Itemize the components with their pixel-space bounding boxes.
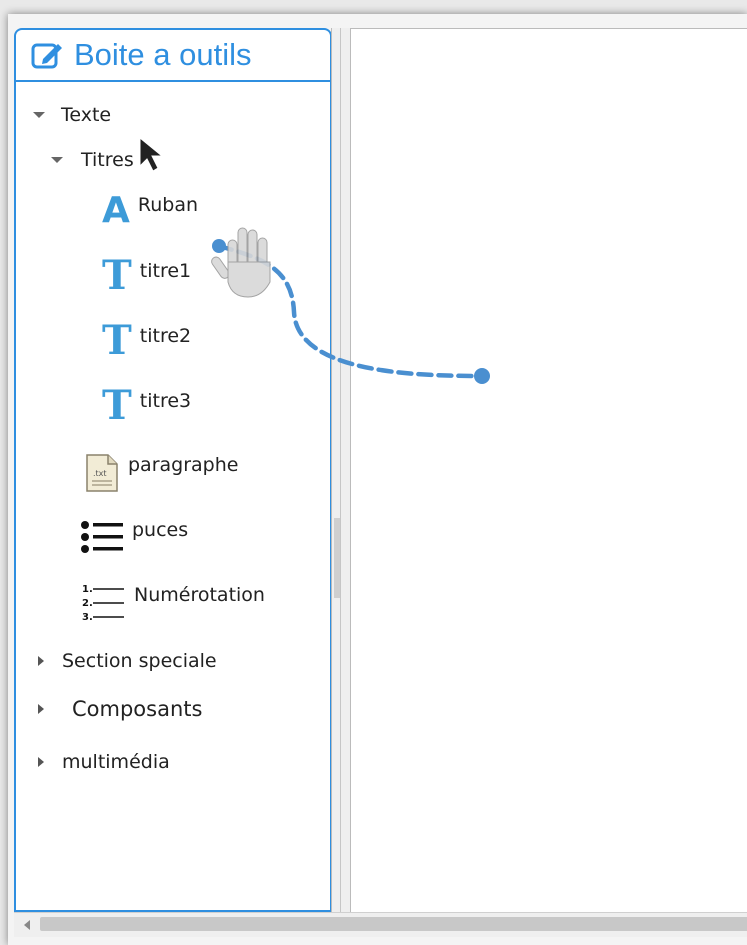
tree-node-section-speciale[interactable]: Section speciale <box>38 650 217 672</box>
svg-text:2.: 2. <box>82 598 93 609</box>
tool-titre1[interactable]: T titre1 <box>102 256 191 296</box>
tool-titre1-label: titre1 <box>139 260 192 282</box>
letter-t-icon: T <box>102 317 132 364</box>
expanded-arrow-icon[interactable] <box>33 112 45 118</box>
edit-icon <box>31 43 62 69</box>
collapsed-arrow-icon[interactable] <box>38 656 44 666</box>
vertical-scrollbar-thumb[interactable] <box>334 518 340 598</box>
horizontal-scrollbar-thumb[interactable] <box>40 917 747 931</box>
panel-splitter[interactable] <box>331 28 351 912</box>
tool-titre3[interactable]: T titre3 <box>102 386 191 426</box>
tool-puces-label: puces <box>132 519 189 541</box>
toolbox-title: Boite a outils <box>74 37 252 72</box>
tool-ruban-label: Ruban <box>137 194 199 216</box>
text-file-icon-label: .txt <box>93 469 107 478</box>
tree-node-texte[interactable]: Texte <box>33 104 111 126</box>
scroll-left-arrow-icon[interactable] <box>24 920 30 930</box>
collapsed-arrow-icon[interactable] <box>38 757 44 767</box>
horizontal-scrollbar[interactable] <box>14 912 747 937</box>
tree-node-composants-label: Composants <box>72 697 203 721</box>
numbered-list-icon: 1. 2. 3. <box>82 584 124 623</box>
splitter-line <box>340 28 341 912</box>
bulleted-list-icon <box>81 521 123 553</box>
tree-node-multimedia[interactable]: multimédia <box>38 751 170 773</box>
tree-node-composants[interactable]: Composants <box>38 697 202 721</box>
tool-titre3-label: titre3 <box>139 390 192 412</box>
letter-t-icon: T <box>102 382 132 429</box>
svg-text:3.: 3. <box>82 612 93 623</box>
tool-numerotation[interactable]: 1. 2. 3. Numérotation <box>80 582 265 624</box>
tool-puces[interactable]: puces <box>80 517 188 557</box>
letter-a-icon: A <box>102 190 130 231</box>
tool-numerotation-label: Numérotation <box>134 584 265 606</box>
tree-node-section-speciale-label: Section speciale <box>62 650 217 672</box>
tool-titre2-label: titre2 <box>139 325 192 347</box>
collapsed-arrow-icon[interactable] <box>38 704 44 714</box>
tool-paragraphe-label: paragraphe <box>128 454 239 476</box>
expanded-arrow-icon[interactable] <box>51 157 63 163</box>
text-file-icon: .txt <box>86 454 118 492</box>
svg-text:1.: 1. <box>82 584 93 595</box>
tree-node-titres[interactable]: Titres <box>51 149 134 171</box>
tool-ruban[interactable]: A Ruban <box>102 192 198 230</box>
tool-titre2[interactable]: T titre2 <box>102 321 191 361</box>
tree-node-texte-label: Texte <box>61 104 112 126</box>
letter-t-icon: T <box>102 252 132 299</box>
tree-node-titres-label: Titres <box>81 149 134 171</box>
tool-paragraphe[interactable]: .txt paragraphe <box>84 452 238 494</box>
toolbox-header: Boite a outils <box>16 30 330 82</box>
page-canvas[interactable] <box>351 28 747 913</box>
tree-node-multimedia-label: multimédia <box>62 751 170 773</box>
